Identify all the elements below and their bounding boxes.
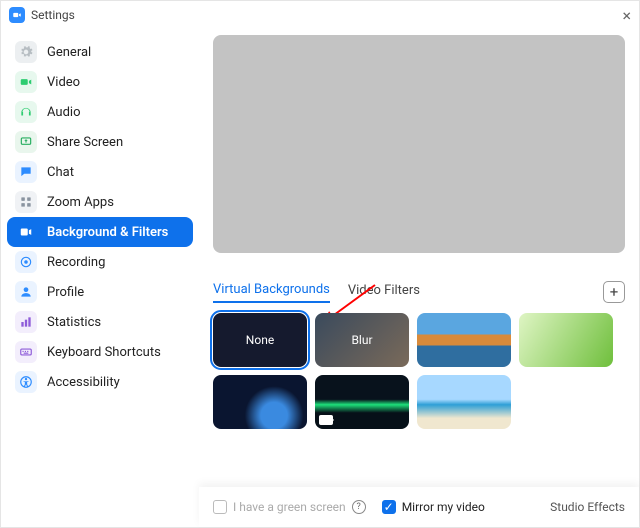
sidebar-item-label: Background & Filters — [47, 225, 168, 240]
tab-virtual-backgrounds[interactable]: Virtual Backgrounds — [213, 282, 330, 303]
help-icon[interactable]: ? — [352, 500, 366, 514]
video-preview — [213, 35, 625, 253]
thumbnail-beach[interactable] — [417, 375, 511, 429]
sidebar-item-accessibility[interactable]: Accessibility — [7, 367, 193, 397]
profile-icon — [15, 281, 37, 303]
thumbnail-grass[interactable] — [519, 313, 613, 367]
thumbnail-earth-space[interactable] — [213, 375, 307, 429]
thumbnail-blur[interactable]: Blur — [315, 313, 409, 367]
settings-content: Virtual Backgrounds Video Filters + None… — [199, 29, 639, 527]
mirror-checkbox[interactable]: ✓ — [382, 500, 396, 514]
bgfilters-icon — [15, 221, 37, 243]
apps-icon — [15, 191, 37, 213]
sidebar-item-label: Statistics — [47, 315, 101, 330]
sidebar-item-share-screen[interactable]: Share Screen — [7, 127, 193, 157]
gear-icon — [15, 41, 37, 63]
sidebar-item-label: Recording — [47, 255, 105, 270]
thumbnail-none[interactable]: None — [213, 313, 307, 367]
headphones-icon — [15, 101, 37, 123]
settings-sidebar: General Video Audio Share Screen Chat Zoom Ap… — [1, 29, 199, 527]
green-screen-label: I have a green screen — [233, 500, 346, 514]
accessibility-icon — [15, 371, 37, 393]
thumbnail-golden-gate-bridge[interactable] — [417, 313, 511, 367]
background-thumbnails: None Blur — [213, 313, 625, 429]
camera-icon — [319, 415, 333, 425]
close-icon[interactable]: × — [622, 6, 631, 25]
record-icon — [15, 251, 37, 273]
sidebar-item-audio[interactable]: Audio — [7, 97, 193, 127]
mirror-label: Mirror my video — [402, 500, 485, 514]
sidebar-item-video[interactable]: Video — [7, 67, 193, 97]
studio-effects-button[interactable]: Studio Effects — [550, 500, 625, 514]
sidebar-item-statistics[interactable]: Statistics — [7, 307, 193, 337]
sidebar-item-label: Keyboard Shortcuts — [47, 345, 161, 360]
green-screen-checkbox[interactable] — [213, 500, 227, 514]
sidebar-item-label: Accessibility — [47, 375, 120, 390]
sidebar-item-chat[interactable]: Chat — [7, 157, 193, 187]
window-title: Settings — [31, 8, 75, 22]
sidebar-item-general[interactable]: General — [7, 37, 193, 67]
thumbnail-label: Blur — [351, 333, 372, 347]
thumbnail-label: None — [246, 333, 274, 347]
sidebar-item-label: Video — [47, 75, 80, 90]
camera-icon — [15, 71, 37, 93]
thumbnail-aurora[interactable] — [315, 375, 409, 429]
sidebar-item-recording[interactable]: Recording — [7, 247, 193, 277]
keyboard-icon — [15, 341, 37, 363]
chat-icon — [15, 161, 37, 183]
tab-video-filters[interactable]: Video Filters — [348, 283, 420, 302]
sidebar-item-profile[interactable]: Profile — [7, 277, 193, 307]
add-background-button[interactable]: + — [603, 281, 625, 303]
stats-icon — [15, 311, 37, 333]
plus-icon: + — [610, 283, 619, 301]
sidebar-item-label: Zoom Apps — [47, 195, 114, 210]
zoom-icon — [9, 7, 25, 23]
sidebar-item-keyboard-shortcuts[interactable]: Keyboard Shortcuts — [7, 337, 193, 367]
sidebar-item-label: Profile — [47, 285, 84, 300]
sidebar-item-label: General — [47, 45, 91, 60]
sidebar-item-label: Chat — [47, 165, 74, 180]
share-icon — [15, 131, 37, 153]
sidebar-item-zoom-apps[interactable]: Zoom Apps — [7, 187, 193, 217]
footer-bar: I have a green screen ? ✓ Mirror my vide… — [199, 487, 639, 527]
sidebar-item-label: Audio — [47, 105, 80, 120]
sidebar-item-label: Share Screen — [47, 135, 123, 150]
sidebar-item-background-filters[interactable]: Background & Filters — [7, 217, 193, 247]
